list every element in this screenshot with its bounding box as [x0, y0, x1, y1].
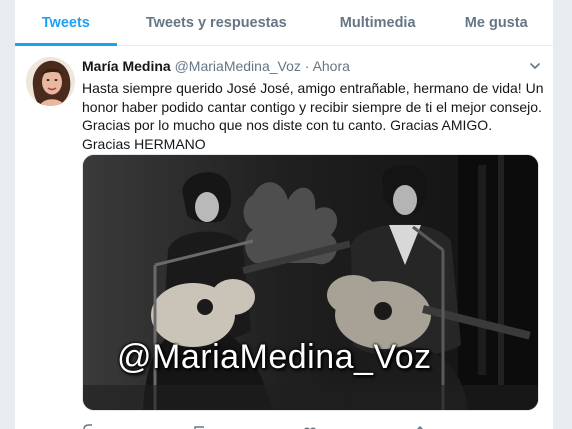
author-name[interactable]: María Medina — [82, 58, 171, 74]
tab-tweets-label: Tweets — [41, 14, 90, 31]
tab-tweets-and-replies[interactable]: Tweets y respuestas — [117, 0, 316, 45]
tab-likes[interactable]: Me gusta — [439, 0, 553, 45]
tab-replies-label: Tweets y respuestas — [145, 14, 287, 31]
tweet-photo[interactable]: @MariaMedina_Voz — [82, 154, 539, 411]
tweet-actions — [82, 422, 522, 429]
header-separator: · — [304, 58, 310, 74]
photo-watermark: @MariaMedina_Voz — [117, 338, 432, 376]
tab-media-label: Multimedia — [339, 14, 416, 31]
like-icon[interactable] — [302, 422, 412, 429]
author-handle[interactable]: @MariaMedina_Voz — [175, 58, 301, 74]
profile-tabs: Tweets Tweets y respuestas Multimedia Me… — [15, 0, 553, 46]
avatar[interactable] — [26, 57, 75, 106]
tab-media[interactable]: Multimedia — [316, 0, 440, 45]
tab-likes-label: Me gusta — [464, 14, 528, 31]
retweet-icon[interactable] — [192, 422, 302, 429]
tweet-text: Hasta siempre querido José José, amigo e… — [82, 80, 544, 152]
share-icon[interactable] — [412, 422, 522, 429]
avatar-image — [26, 57, 75, 106]
timeline-frame: Tweets Tweets y respuestas Multimedia Me… — [14, 0, 554, 429]
chevron-down-icon[interactable] — [528, 59, 542, 73]
tweet-time[interactable]: Ahora — [313, 58, 350, 74]
tweet-header: María Medina @MariaMedina_Voz · Ahora — [82, 58, 552, 76]
tab-tweets[interactable]: Tweets — [15, 0, 117, 46]
reply-icon[interactable] — [82, 422, 192, 429]
